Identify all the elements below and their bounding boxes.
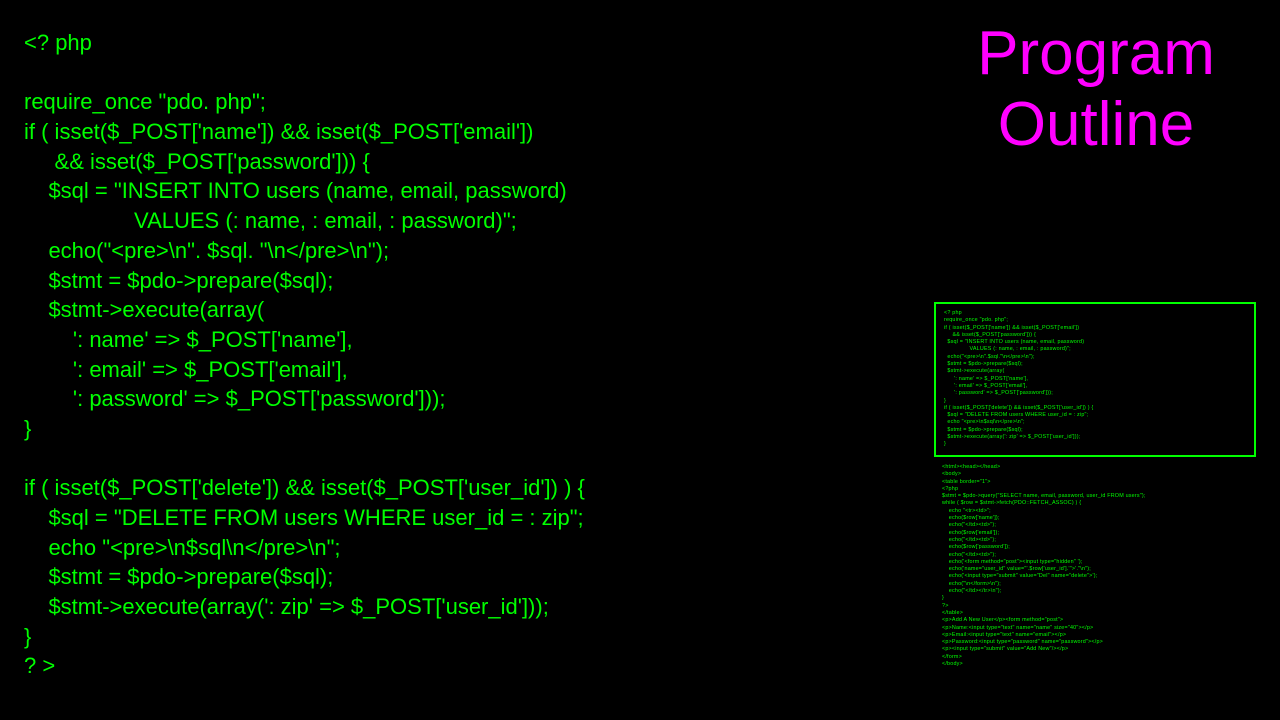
slide-title: Program Outline xyxy=(936,18,1256,161)
mini-code-box-top: <? php require_once "pdo. php"; if ( iss… xyxy=(934,302,1256,457)
main-code-block: <? php require_once "pdo. php"; if ( iss… xyxy=(24,28,585,681)
mini-code-box-bottom: <html><head></head> <body> <table border… xyxy=(934,460,1256,672)
